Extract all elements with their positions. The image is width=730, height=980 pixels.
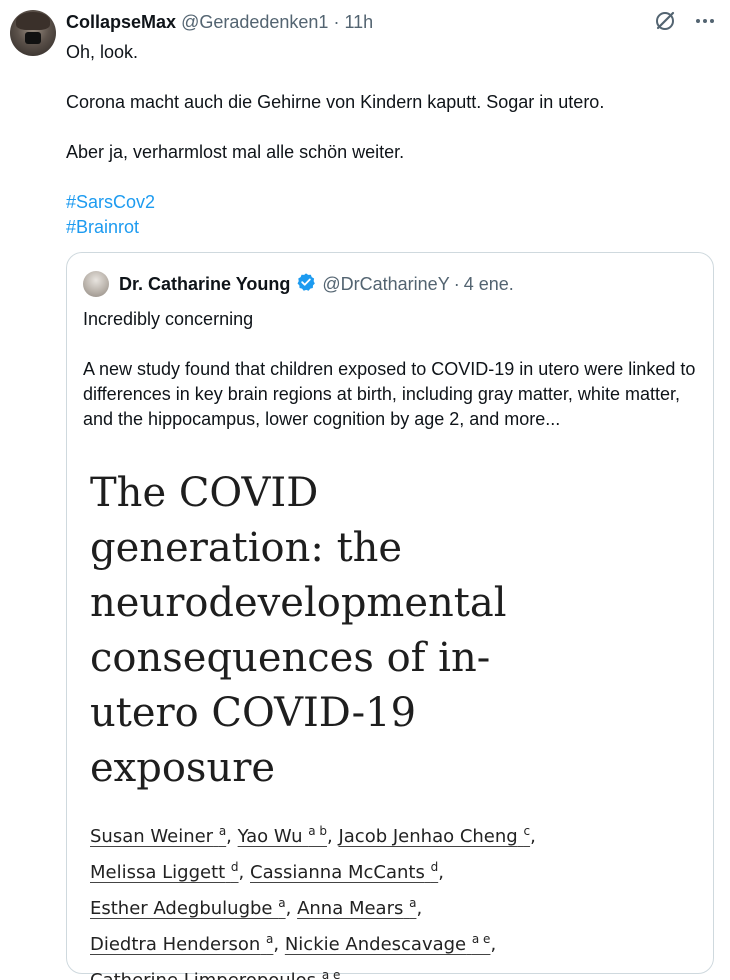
paper-authors: Susan Weiner a, Yao Wu a b, Jacob Jenhao… <box>90 816 610 980</box>
author-name: Diedtra Henderson a <box>90 932 274 955</box>
tweet-actions-top <box>654 10 716 32</box>
tweet-line: Aber ja, verharmlost mal alle schön weit… <box>66 142 405 162</box>
quoted-author-avatar[interactable] <box>83 271 109 297</box>
author-name: Catherine Limperopoulos a e <box>90 968 341 980</box>
hashtag-link[interactable]: #SarsCov2 <box>66 190 706 215</box>
author-name: Susan Weiner a <box>90 824 227 847</box>
author-name: Nickie Andescavage a e <box>284 932 491 955</box>
author-avatar[interactable] <box>10 10 56 56</box>
paper-title: The COVID generation: the neurodevelopme… <box>90 470 507 791</box>
author-name: Yao Wu a b <box>237 824 328 847</box>
quoted-tweet-header: Dr. Catharine Young @DrCatharineY · 4 en… <box>83 271 514 297</box>
author-display-name[interactable]: CollapseMax <box>66 12 176 32</box>
tweet-header: CollapseMax @Geradedenken1 · 11h <box>66 10 373 34</box>
author-name: Jacob Jenhao Cheng c <box>338 824 531 847</box>
tweet-text: Oh, look. Corona macht auch die Gehirne … <box>66 40 706 240</box>
author-name: Esther Adegbulugbe a <box>90 896 286 919</box>
author-name: Anna Mears a <box>297 896 417 919</box>
quoted-author-display-name[interactable]: Dr. Catharine Young <box>119 274 290 295</box>
more-options-icon[interactable] <box>694 10 716 32</box>
author-handle[interactable]: @Geradedenken1 <box>181 12 328 32</box>
quoted-tweet-line: A new study found that children exposed … <box>83 359 696 429</box>
hashtag-link[interactable]: #Brainrot <box>66 215 706 240</box>
verified-badge-icon <box>296 272 316 297</box>
quoted-tweet-timestamp[interactable]: 4 ene. <box>464 274 514 295</box>
tweet-timestamp[interactable]: 11h <box>344 12 373 32</box>
grok-icon[interactable] <box>654 10 676 32</box>
quoted-author-handle[interactable]: @DrCatharineY <box>322 274 449 295</box>
author-name: Melissa Liggett d <box>90 860 239 883</box>
tweet-line: Oh, look. <box>66 42 139 62</box>
author-name: Cassianna McCants d <box>250 860 439 883</box>
separator-dot: · <box>333 12 340 32</box>
quoted-tweet-line: Incredibly concerning <box>83 309 254 329</box>
quoted-tweet-text: Incredibly concerning A new study found … <box>83 307 703 457</box>
separator-dot: · <box>453 273 460 294</box>
tweet-line: Corona macht auch die Gehirne von Kinder… <box>66 92 605 112</box>
